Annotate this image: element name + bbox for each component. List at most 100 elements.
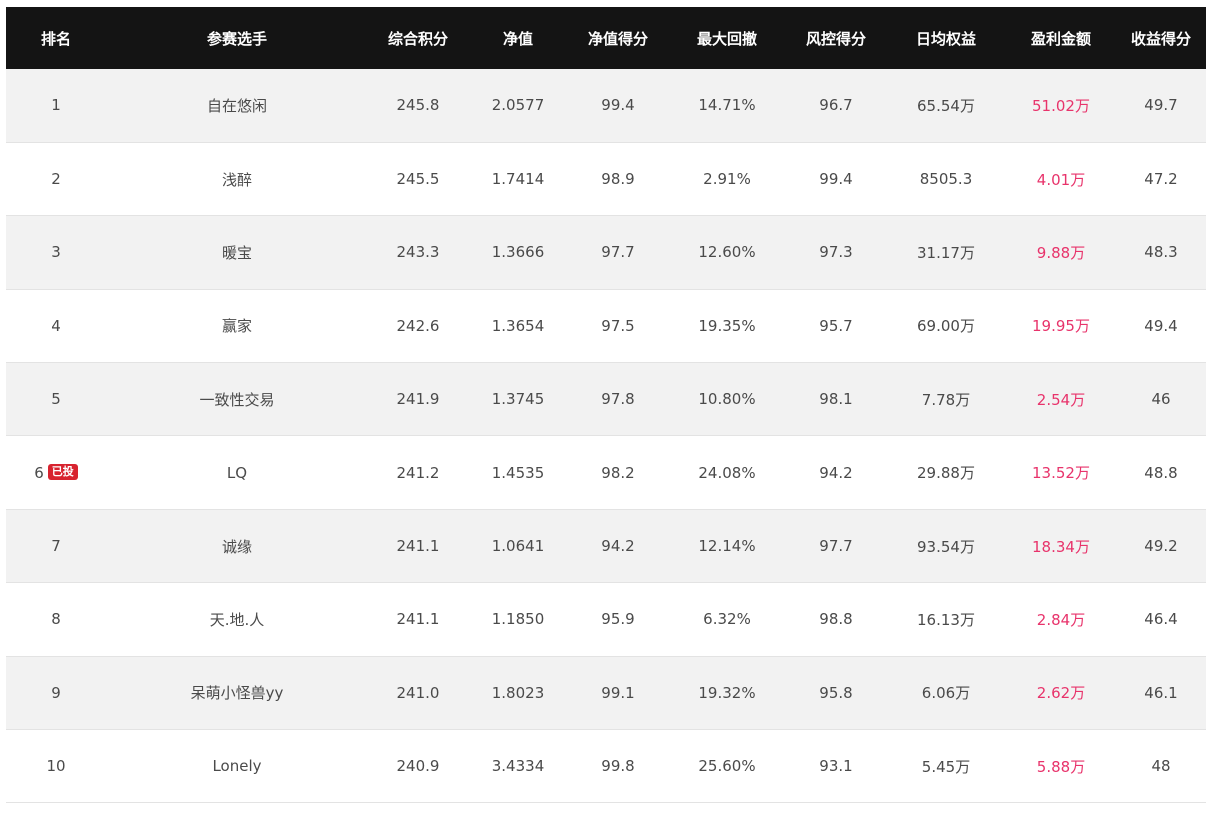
player-name: 诚缘 xyxy=(106,509,368,584)
rank-cell-text: 10 xyxy=(46,757,66,776)
return-score: 48.3 xyxy=(1116,215,1206,290)
profit-amount: 4.01万 xyxy=(1006,142,1116,217)
total-score-text: 241.9 xyxy=(396,390,440,409)
return-score: 46.1 xyxy=(1116,656,1206,731)
header-nav: 净值 xyxy=(502,29,533,48)
nav-score: 97.7 xyxy=(568,215,668,290)
max-drawdown-text: 19.35% xyxy=(698,316,756,335)
risk-score-text: 95.7 xyxy=(819,316,853,335)
player-name-text: 呆萌小怪兽yy xyxy=(190,684,284,703)
profit-amount-text: 2.62万 xyxy=(1036,684,1086,703)
rank-cell-text: 8 xyxy=(51,610,61,629)
nav-score: 98.2 xyxy=(568,435,668,510)
max-drawdown: 19.32% xyxy=(668,656,786,731)
table-row[interactable]: 4 赢家 242.6 1.3654 97.5 19.35% 95.7 69.00万 19.95万… xyxy=(6,289,1206,364)
player-name-text: 诚缘 xyxy=(221,537,252,556)
rank-cell-text: 7 xyxy=(51,537,61,556)
nav-value-text: 1.3745 xyxy=(491,390,545,409)
table-row[interactable]: 10 Lonely 240.9 3.4334 99.8 25.60% 93.1 5.45万 5.… xyxy=(6,729,1206,804)
nav-value: 1.3745 xyxy=(468,362,568,437)
table-row[interactable]: 9 呆萌小怪兽yy 241.0 1.8023 99.1 19.32% 95.8 6.06万 2.… xyxy=(6,656,1206,731)
rank-cell-text: 2 xyxy=(51,170,61,189)
table-row[interactable]: 5 一致性交易 241.9 1.3745 97.8 10.80% 98.1 7.78万 2.54… xyxy=(6,362,1206,437)
max-drawdown: 14.71% xyxy=(668,69,786,143)
table-row[interactable]: 1 自在悠闲 245.8 2.0577 99.4 14.71% 96.7 65.54万 51.0… xyxy=(6,69,1206,143)
return-score: 46.4 xyxy=(1116,582,1206,657)
profit-amount: 2.84万 xyxy=(1006,582,1116,657)
return-score-text: 46.1 xyxy=(1144,683,1178,702)
header-max-drawdown: 最大回撤 xyxy=(696,29,757,48)
risk-score-text: 97.7 xyxy=(819,537,853,556)
rank-cell: 6 已投 xyxy=(6,435,106,510)
nav-score-text: 98.9 xyxy=(601,170,635,189)
avg-equity-text: 93.54万 xyxy=(917,537,975,556)
risk-score-text: 98.1 xyxy=(819,390,853,409)
player-name-text: 自在悠闲 xyxy=(206,96,267,115)
total-score-text: 241.1 xyxy=(396,610,440,629)
profit-amount-text: 19.95万 xyxy=(1032,317,1090,336)
rank-cell-text: 4 xyxy=(51,316,61,335)
risk-score: 97.3 xyxy=(786,215,886,290)
profit-amount-text: 9.88万 xyxy=(1036,243,1086,262)
nav-score-text: 97.5 xyxy=(601,316,635,335)
table-row[interactable]: 3 暖宝 243.3 1.3666 97.7 12.60% 97.3 31.17万 9.88万 4… xyxy=(6,215,1206,290)
header-rank: 排名 xyxy=(40,29,71,48)
player-name: LQ xyxy=(106,435,368,510)
total-score: 245.5 xyxy=(368,142,468,217)
profit-amount: 51.02万 xyxy=(1006,69,1116,143)
table-row[interactable]: 8 天.地.人 241.1 1.1850 95.9 6.32% 98.8 16.13万 2.84… xyxy=(6,582,1206,657)
total-score: 240.9 xyxy=(368,729,468,804)
avg-equity: 16.13万 xyxy=(886,582,1006,657)
total-score: 245.8 xyxy=(368,69,468,143)
risk-score-text: 95.8 xyxy=(819,683,853,702)
table-row[interactable]: 7 诚缘 241.1 1.0641 94.2 12.14% 97.7 93.54万 18.34万… xyxy=(6,509,1206,584)
total-score-text: 241.0 xyxy=(396,683,440,702)
return-score: 49.2 xyxy=(1116,509,1206,584)
avg-equity-text: 6.06万 xyxy=(921,684,971,703)
profit-amount-text: 5.88万 xyxy=(1036,757,1086,776)
avg-equity: 7.78万 xyxy=(886,362,1006,437)
risk-score-text: 96.7 xyxy=(819,96,853,115)
risk-score: 96.7 xyxy=(786,69,886,143)
nav-value: 1.3654 xyxy=(468,289,568,364)
table-row[interactable]: 6 已投 LQ 241.2 1.4535 98.2 24.08% 94.2 29.88万 13.5… xyxy=(6,435,1206,510)
total-score-text: 245.5 xyxy=(396,170,440,189)
profit-amount-text: 2.84万 xyxy=(1036,610,1086,629)
ranking-table: 排名 参赛选手 综合积分 净值 净值得分 最大回撤 风控得分 日均权益 盈利金额… xyxy=(6,7,1206,804)
return-score: 46 xyxy=(1116,362,1206,437)
nav-score: 98.9 xyxy=(568,142,668,217)
max-drawdown-text: 24.08% xyxy=(698,463,756,482)
header-return-score: 收益得分 xyxy=(1130,29,1191,48)
risk-score: 95.8 xyxy=(786,656,886,731)
nav-value: 1.3666 xyxy=(468,215,568,290)
nav-value: 1.7414 xyxy=(468,142,568,217)
rank-cell: 3 xyxy=(6,215,106,290)
total-score-text: 240.9 xyxy=(396,757,440,776)
table-row[interactable]: 2 浅醉 245.5 1.7414 98.9 2.91% 99.4 8505.3 4.01万 47… xyxy=(6,142,1206,217)
nav-score-text: 94.2 xyxy=(601,537,635,556)
avg-equity: 93.54万 xyxy=(886,509,1006,584)
risk-score: 98.1 xyxy=(786,362,886,437)
total-score: 242.6 xyxy=(368,289,468,364)
max-drawdown: 24.08% xyxy=(668,435,786,510)
nav-value-text: 2.0577 xyxy=(491,96,545,115)
player-name: 暖宝 xyxy=(106,215,368,290)
return-score-text: 46 xyxy=(1151,390,1171,409)
risk-score: 99.4 xyxy=(786,142,886,217)
profit-amount: 5.88万 xyxy=(1006,729,1116,804)
avg-equity-text: 31.17万 xyxy=(917,243,975,262)
return-score-text: 48.3 xyxy=(1144,243,1178,262)
total-score-text: 245.8 xyxy=(396,96,440,115)
nav-score: 97.5 xyxy=(568,289,668,364)
player-name-text: 一致性交易 xyxy=(199,390,275,409)
nav-score-text: 97.7 xyxy=(601,243,635,262)
header-nav-score: 净值得分 xyxy=(587,29,648,48)
player-name: 一致性交易 xyxy=(106,362,368,437)
nav-value: 1.1850 xyxy=(468,582,568,657)
total-score: 243.3 xyxy=(368,215,468,290)
avg-equity: 29.88万 xyxy=(886,435,1006,510)
risk-score-text: 98.8 xyxy=(819,610,853,629)
avg-equity: 8505.3 xyxy=(886,142,1006,217)
rank-cell: 9 xyxy=(6,656,106,731)
return-score-text: 49.7 xyxy=(1144,96,1178,115)
